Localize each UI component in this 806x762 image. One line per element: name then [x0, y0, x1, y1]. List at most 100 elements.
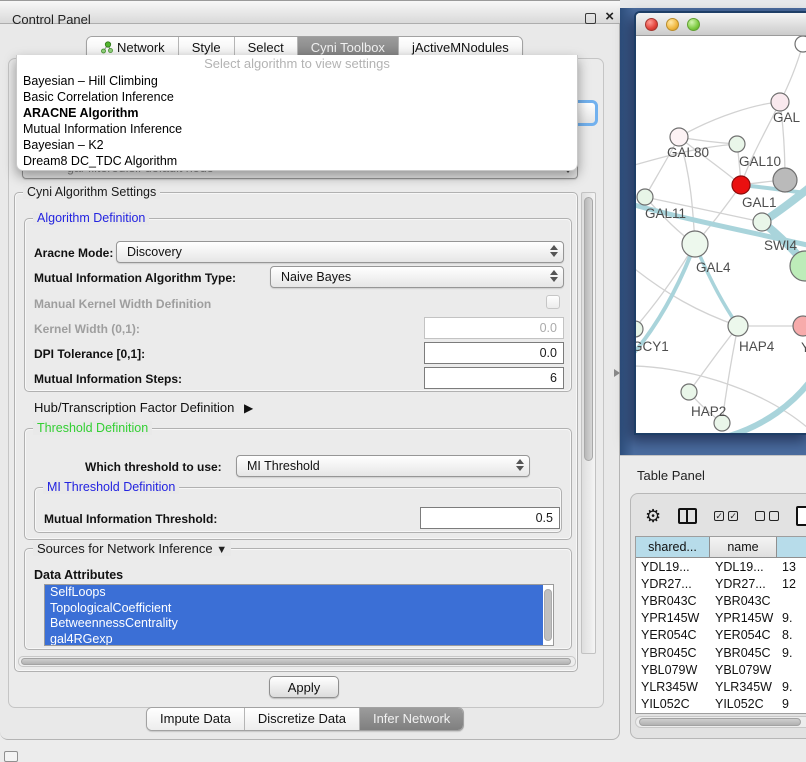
control-panel-titlebar[interactable]: Control Panel ×	[0, 0, 620, 24]
close-traffic-light-icon[interactable]	[645, 18, 658, 31]
node-gal4[interactable]	[682, 231, 708, 257]
collapsed-arrow-icon: ▶	[244, 401, 253, 415]
node-label: GAL11	[645, 206, 686, 221]
apply-button[interactable]: Apply	[269, 676, 339, 698]
close-icon[interactable]: ×	[605, 8, 614, 25]
node-label: GAL80	[667, 145, 709, 160]
node-gal80[interactable]	[670, 128, 688, 146]
dropdown-item-mutual-information[interactable]: Mutual Information Inference	[17, 121, 577, 137]
node-swi4[interactable]	[753, 213, 771, 231]
dropdown-item-basic-correlation[interactable]: Basic Correlation Inference	[17, 89, 577, 105]
cell-name: YBR043C	[710, 594, 777, 608]
columns-icon[interactable]	[678, 508, 697, 524]
mi-algorithm-type-combo[interactable]: Naive Bayes	[270, 266, 564, 288]
dropdown-item-aracne[interactable]: ARACNE Algorithm	[17, 105, 577, 121]
cell-shared-name: YDR27...	[636, 577, 710, 591]
mi-algorithm-type-label: Mutual Information Algorithm Type:	[34, 271, 236, 285]
kernel-width-field[interactable]: 0.0	[424, 317, 564, 339]
node-green-large[interactable]	[790, 251, 806, 281]
node-gal1-selected[interactable]	[732, 176, 750, 194]
float-window-icon[interactable]	[585, 13, 596, 24]
node-label: HAP2	[691, 404, 726, 419]
dropdown-prompt: Select algorithm to view settings	[17, 55, 577, 73]
table-row[interactable]: YLR345WYLR345W9.	[636, 678, 806, 695]
cell-name: YIL052C	[710, 697, 777, 711]
network-window-titlebar[interactable]	[636, 13, 806, 36]
node-gal10[interactable]	[729, 136, 745, 152]
tab-impute-data[interactable]: Impute Data	[147, 708, 245, 730]
mi-threshold-group-title: MI Threshold Definition	[43, 480, 179, 494]
settings-horizontal-scrollbar-thumb[interactable]	[21, 658, 571, 665]
mi-steps-field[interactable]: 6	[424, 367, 564, 389]
table-row[interactable]: YDL19...YDL19...13	[636, 558, 806, 575]
dpi-tolerance-field[interactable]: 0.0	[424, 342, 564, 364]
node-unlabeled-top[interactable]	[795, 36, 806, 52]
node-gray[interactable]	[773, 168, 797, 192]
network-view-window: GAL GAL80 GAL10 GAL1 GAL11 SWI4 GAL4 GCY…	[634, 11, 806, 435]
minimized-panel-icon[interactable]	[4, 751, 18, 762]
mi-algorithm-type-value: Naive Bayes	[281, 270, 351, 284]
aracne-mode-combo[interactable]: Discovery	[116, 241, 564, 263]
table-row[interactable]: YBL079WYBL079W	[636, 661, 806, 678]
network-highlight-edges	[636, 184, 806, 435]
list-item-betweennesscentrality[interactable]: BetweennessCentrality	[45, 616, 543, 632]
tab-infer-network[interactable]: Infer Network	[360, 708, 463, 730]
tab-discretize-data-label: Discretize Data	[258, 711, 346, 726]
sources-title[interactable]: Sources for Network Inference ▼	[33, 541, 231, 556]
apply-button-label: Apply	[288, 680, 321, 695]
cell-value: 9	[777, 697, 806, 711]
minimize-traffic-light-icon[interactable]	[666, 18, 679, 31]
deselect-all-icon[interactable]	[755, 511, 779, 521]
table-horizontal-scrollbar-thumb[interactable]	[639, 718, 801, 726]
node-gcy1[interactable]	[636, 321, 643, 337]
data-attributes-label: Data Attributes	[34, 568, 123, 582]
zoom-traffic-light-icon[interactable]	[687, 18, 700, 31]
node-y-partial[interactable]	[793, 316, 806, 336]
which-threshold-label: Which threshold to use:	[85, 460, 222, 474]
settings-vertical-scrollbar[interactable]	[581, 192, 596, 654]
new-table-icon[interactable]	[796, 506, 806, 526]
cell-shared-name: YIL052C	[636, 697, 710, 711]
table-row[interactable]: YDR27...YDR27...12	[636, 575, 806, 592]
sources-title-label: Sources for Network Inference	[37, 541, 213, 556]
list-item-topologicalcoefficient[interactable]: TopologicalCoefficient	[45, 601, 543, 617]
gear-icon[interactable]: ⚙	[645, 507, 661, 525]
node-gal11[interactable]	[637, 189, 653, 205]
which-threshold-combo[interactable]: MI Threshold	[236, 455, 530, 477]
mi-threshold-value: 0.5	[536, 511, 553, 525]
cell-name: YBR045C	[710, 646, 777, 660]
node-label: GAL	[773, 110, 801, 125]
cell-value: 9.	[777, 611, 806, 625]
list-item-selfloops[interactable]: SelfLoops	[45, 585, 543, 601]
network-canvas[interactable]: GAL GAL80 GAL10 GAL1 GAL11 SWI4 GAL4 GCY…	[636, 36, 806, 435]
node-label: GAL10	[739, 154, 781, 169]
table-row[interactable]: YBR045CYBR045C9.	[636, 644, 806, 661]
column-header-shared-name[interactable]: shared...	[636, 537, 710, 557]
node-gal-partial[interactable]	[771, 93, 789, 111]
table-row[interactable]: YBR043CYBR043C	[636, 592, 806, 609]
tab-network-label: Network	[117, 40, 165, 55]
hub-definition-toggle[interactable]: Hub/Transcription Factor Definition ▶	[34, 400, 253, 415]
cell-shared-name: YBR043C	[636, 594, 710, 608]
mi-threshold-field[interactable]: 0.5	[420, 507, 560, 529]
dpi-tolerance-value: 0.0	[540, 346, 557, 360]
table-row[interactable]: YER054CYER054C8.	[636, 627, 806, 644]
table-row[interactable]: YIL052CYIL052C9	[636, 696, 806, 713]
list-vertical-scrollbar[interactable]	[544, 589, 552, 641]
table-row[interactable]: YPR145WYPR145W9.	[636, 610, 806, 627]
node-hap4[interactable]	[728, 316, 748, 336]
settings-horizontal-scrollbar[interactable]	[18, 656, 576, 667]
table-panel: ⚙ ✓✓ shared... name YDL19...YDL19...13YD…	[630, 493, 806, 739]
dropdown-item-bayesian-hill-climbing[interactable]: Bayesian – Hill Climbing	[17, 73, 577, 89]
column-header-partial[interactable]	[777, 537, 806, 557]
dropdown-item-dream8[interactable]: Dream8 DC_TDC Algorithm	[17, 153, 577, 169]
manual-kernel-width-checkbox[interactable]	[546, 295, 560, 309]
settings-vertical-scrollbar-thumb[interactable]	[584, 197, 593, 461]
tab-discretize-data[interactable]: Discretize Data	[245, 708, 360, 730]
dropdown-item-bayesian-k2[interactable]: Bayesian – K2	[17, 137, 577, 153]
select-all-icon[interactable]: ✓✓	[714, 511, 738, 521]
column-header-name[interactable]: name	[710, 537, 777, 557]
node-hap2[interactable]	[681, 384, 697, 400]
list-item-gal4rgexp[interactable]: gal4RGexp	[45, 632, 543, 647]
table-horizontal-scrollbar[interactable]	[635, 716, 806, 728]
